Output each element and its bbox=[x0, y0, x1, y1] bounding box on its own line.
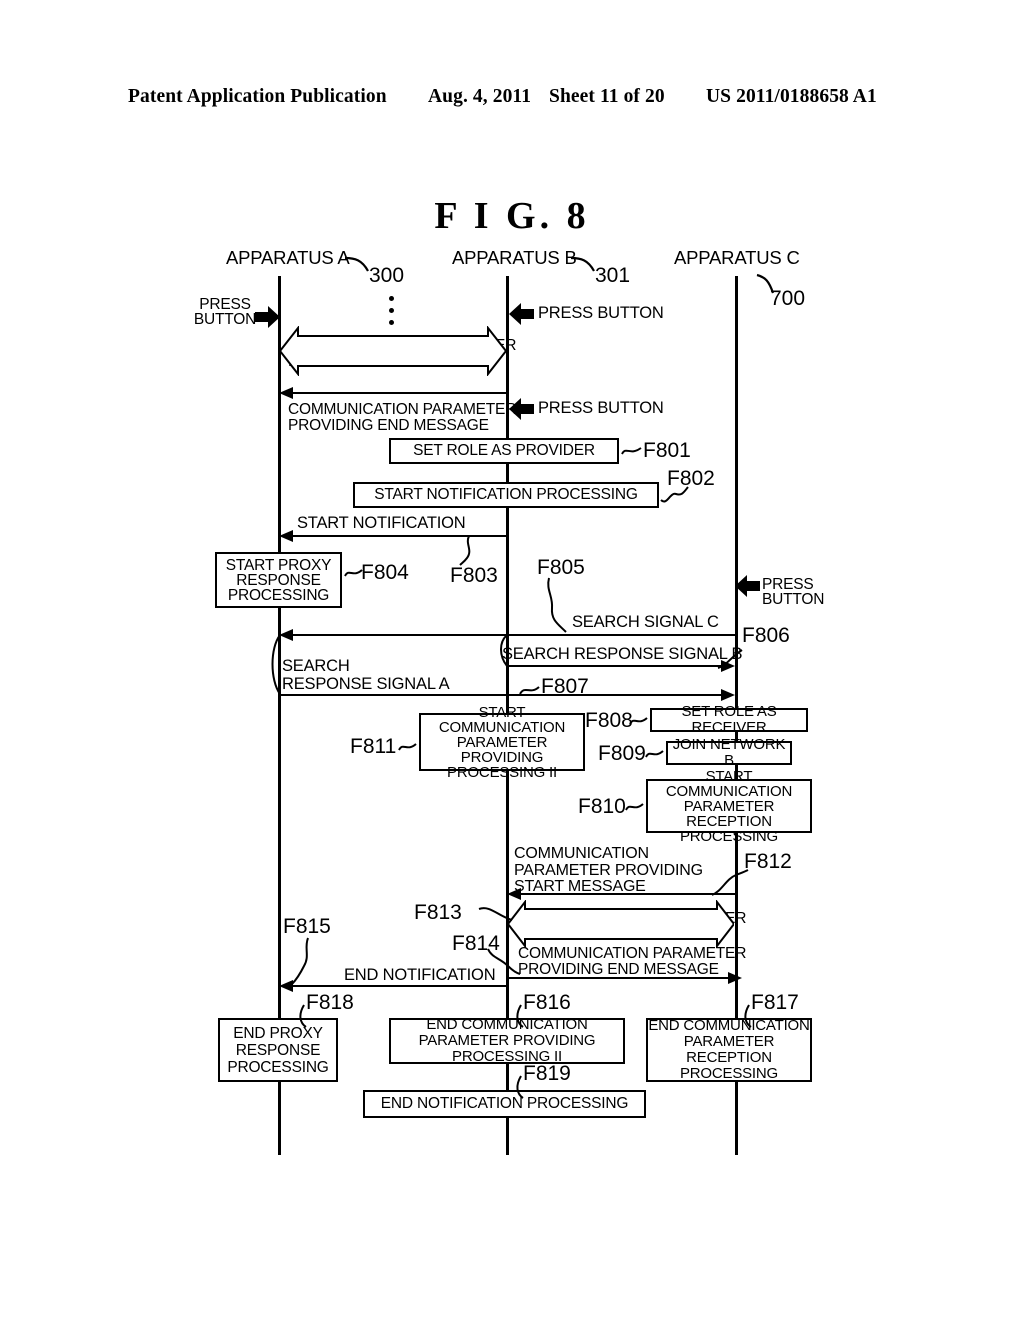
step-id-f819: F819 bbox=[523, 1062, 571, 1085]
step-id-f814: F814 bbox=[452, 932, 500, 955]
message-start-notification-arrow bbox=[279, 530, 506, 542]
step-id-f803: F803 bbox=[450, 564, 498, 587]
step-id-f817: F817 bbox=[751, 991, 799, 1014]
message-search-signal-c-label: SEARCH SIGNAL C bbox=[572, 613, 719, 631]
press-button-arrow-c-icon bbox=[735, 575, 760, 597]
lifeline-label-apparatus-c: APPARATUS C bbox=[674, 247, 800, 268]
leader-f815 bbox=[290, 937, 318, 986]
press-button-label-b2: PRESS BUTTON bbox=[538, 399, 664, 417]
press-button-arrow-b1-icon bbox=[509, 303, 534, 325]
step-id-f804: F804 bbox=[361, 561, 409, 584]
step-box-f818: END PROXY RESPONSE PROCESSING bbox=[218, 1018, 338, 1082]
step-box-f817-label: END COMMUNICATION PARAMETER RECEPTION PR… bbox=[648, 1017, 810, 1082]
step-box-f808-label: SET ROLE AS RECEIVER bbox=[681, 703, 777, 736]
message-cp-providing-start-arrow bbox=[507, 888, 735, 900]
patent-figure-page: Patent Application Publication Aug. 4, 2… bbox=[0, 0, 1024, 1320]
message-end-notification-label: END NOTIFICATION bbox=[344, 966, 496, 984]
arrowhead-icon bbox=[279, 629, 293, 641]
message-search-response-a-arrow bbox=[278, 689, 735, 701]
step-box-f802-label: START NOTIFICATION PROCESSING bbox=[374, 485, 638, 503]
step-box-f817: END COMMUNICATION PARAMETER RECEPTION PR… bbox=[646, 1018, 812, 1082]
lifeline-label-apparatus-a: APPARATUS A bbox=[226, 247, 350, 268]
step-id-f806: F806 bbox=[742, 624, 790, 647]
arrowhead-icon bbox=[279, 530, 293, 542]
arrowhead-icon bbox=[279, 387, 293, 399]
press-button-arrow-b2-icon bbox=[509, 398, 534, 420]
message-start-notification-label: START NOTIFICATION bbox=[297, 514, 466, 532]
step-box-f816: END COMMUNICATION PARAMETER PROVIDING PR… bbox=[389, 1016, 625, 1065]
step-id-f810: F810 bbox=[578, 795, 626, 818]
step-box-f804: START PROXY RESPONSE PROCESSING bbox=[215, 552, 342, 608]
step-id-f801: F801 bbox=[643, 439, 691, 462]
message-search-response-a-label: SEARCH RESPONSE SIGNAL A bbox=[282, 657, 450, 693]
message-end-notification-arrow bbox=[279, 980, 506, 992]
leader-f809 bbox=[645, 747, 665, 761]
leader-f810 bbox=[625, 800, 645, 814]
arrowhead-icon bbox=[721, 689, 735, 701]
arrowhead-icon bbox=[721, 660, 735, 672]
step-id-f815: F815 bbox=[283, 915, 331, 938]
leader-f801 bbox=[621, 444, 643, 458]
leader-f805 bbox=[540, 577, 570, 634]
step-box-f819-label: END NOTIFICATION PROCESSING bbox=[380, 1094, 629, 1112]
reference-numeral-700: 700 bbox=[770, 287, 806, 310]
arrowhead-icon bbox=[507, 888, 521, 900]
step-id-f812: F812 bbox=[744, 850, 792, 873]
message-cp-providing-end-label: COMMUNICATION PARAMETER PROVIDING END ME… bbox=[288, 401, 517, 434]
step-box-f808: SET ROLE AS RECEIVER bbox=[650, 704, 808, 736]
message-cp-providing-processing-2-arrow bbox=[508, 900, 734, 948]
step-id-f816: F816 bbox=[523, 991, 571, 1014]
step-id-f811: F811 bbox=[350, 735, 397, 758]
header-docnumber: US 2011/0188658 A1 bbox=[706, 86, 877, 107]
step-box-f810-label: START COMMUNICATION PARAMETER RECEPTION … bbox=[665, 767, 793, 845]
reference-numeral-300: 300 bbox=[369, 264, 405, 287]
arrowhead-icon bbox=[728, 972, 742, 984]
press-button-label-b1: PRESS BUTTON bbox=[538, 304, 664, 322]
step-box-f802: START NOTIFICATION PROCESSING bbox=[353, 482, 659, 508]
message-search-response-b-label: SEARCH RESPONSE SIGNAL B bbox=[502, 645, 743, 663]
step-box-f804-label: START PROXY RESPONSE PROCESSING bbox=[225, 556, 332, 604]
message-cp-providing-start-label: COMMUNICATION PARAMETER PROVIDING START … bbox=[514, 845, 703, 895]
header-date: Aug. 4, 2011 bbox=[428, 86, 532, 107]
press-button-arrow-a-icon bbox=[255, 306, 280, 328]
step-id-f809: F809 bbox=[598, 742, 646, 765]
step-box-f811: START COMMUNICATION PARAMETER PROVIDING … bbox=[419, 705, 585, 780]
message-cp-providing-end-2-arrow bbox=[506, 972, 742, 984]
step-id-f805: F805 bbox=[537, 556, 585, 579]
message-cp-providing-processing-arrow bbox=[280, 326, 506, 376]
press-button-label-a: PRESS BUTTON bbox=[193, 296, 257, 328]
header-publication: Patent Application Publication bbox=[128, 86, 387, 107]
leader-f811 bbox=[398, 740, 418, 754]
leader-f803 bbox=[455, 535, 477, 566]
lifeline-label-apparatus-b: APPARATUS B bbox=[452, 247, 577, 268]
press-button-label-c: PRESS BUTTON bbox=[762, 576, 825, 608]
step-id-f808: F808 bbox=[585, 709, 633, 732]
step-box-f816-label: END COMMUNICATION PARAMETER PROVIDING PR… bbox=[418, 1016, 596, 1065]
step-id-f813: F813 bbox=[414, 901, 462, 924]
step-box-f811-label: START COMMUNICATION PARAMETER PROVIDING … bbox=[438, 703, 566, 781]
header-sheet: Sheet 11 of 20 bbox=[549, 86, 665, 107]
arrowhead-icon bbox=[279, 980, 293, 992]
step-box-f801: SET ROLE AS PROVIDER bbox=[389, 438, 619, 464]
step-box-f809: JOIN NETWORK B bbox=[666, 737, 792, 769]
figure-title: F I G. 8 bbox=[434, 195, 590, 237]
reference-numeral-301: 301 bbox=[595, 264, 631, 287]
step-box-f818-label: END PROXY RESPONSE PROCESSING bbox=[227, 1024, 329, 1076]
step-box-f809-label: JOIN NETWORK B bbox=[672, 736, 786, 769]
step-box-f819: END NOTIFICATION PROCESSING bbox=[363, 1090, 646, 1118]
step-box-f810: START COMMUNICATION PARAMETER RECEPTION … bbox=[646, 769, 812, 844]
step-box-f801-label: SET ROLE AS PROVIDER bbox=[413, 441, 595, 459]
message-cp-providing-end-2-label: COMMUNICATION PARAMETER PROVIDING END ME… bbox=[518, 945, 747, 978]
message-search-response-b-arrow bbox=[506, 660, 735, 672]
message-search-signal-c-arrow bbox=[279, 629, 735, 641]
step-id-f802: F802 bbox=[667, 467, 715, 490]
step-id-f818: F818 bbox=[306, 991, 354, 1014]
message-cp-providing-end-arrow bbox=[279, 387, 506, 399]
